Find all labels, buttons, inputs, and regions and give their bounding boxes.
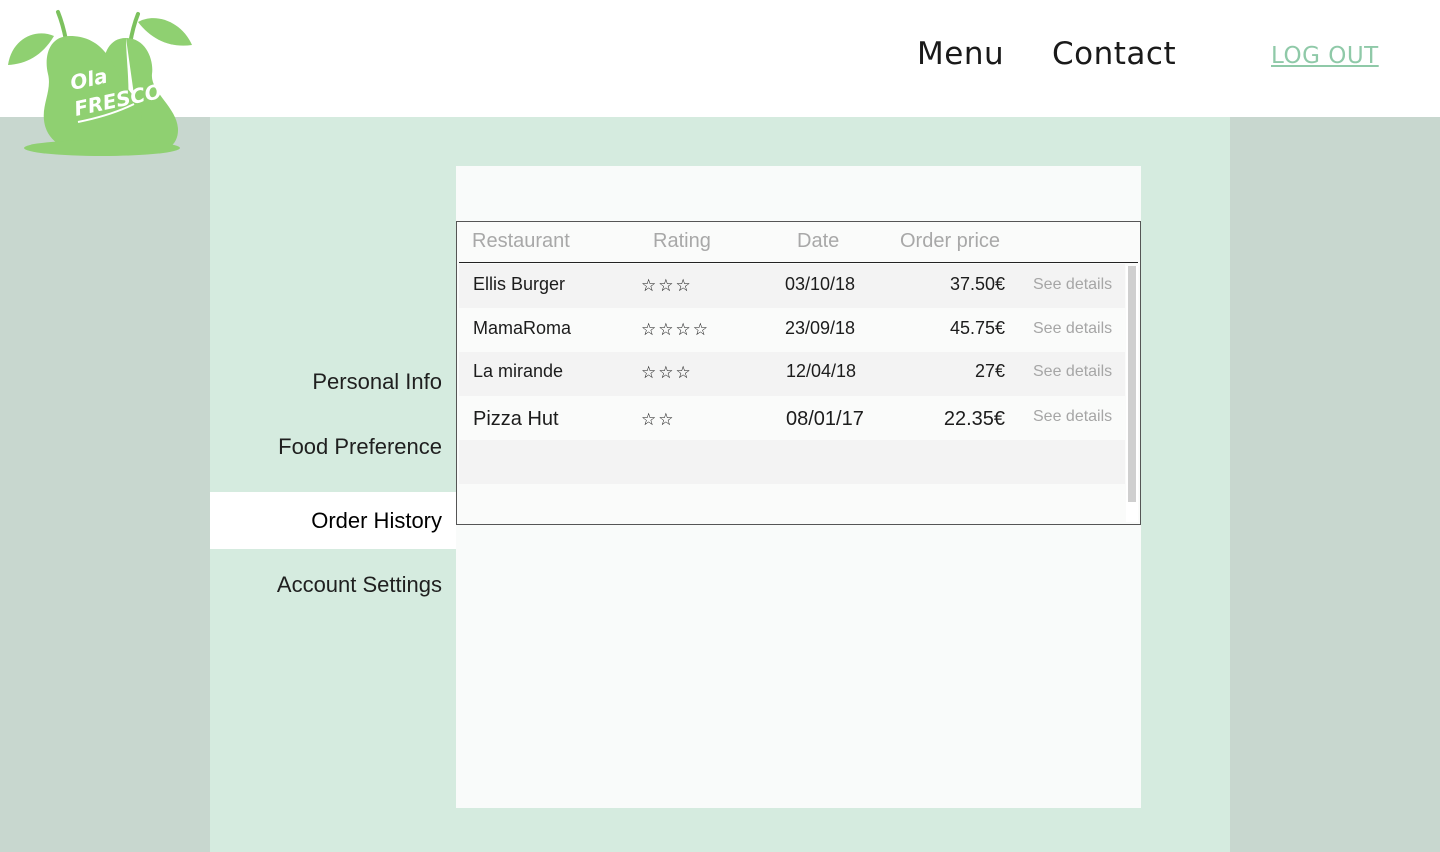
sidebar-item-food-preference[interactable]: Food Preference — [210, 434, 456, 464]
table-row[interactable]: Ellis Burger ☆☆☆ 03/10/18 37.50€ See det… — [459, 264, 1125, 308]
cell-date: 23/09/18 — [785, 318, 856, 338]
cell-price: 27€ — [974, 361, 1005, 381]
see-details-link[interactable]: See details — [1033, 276, 1112, 294]
cell-price: 22.35€ — [943, 408, 1005, 430]
cell-restaurant: Pizza Hut — [473, 408, 559, 430]
column-header-rating: Rating — [653, 230, 711, 252]
cell-restaurant: MamaRoma — [473, 318, 572, 338]
cell-price: 37.50€ — [949, 274, 1005, 294]
ola-fresco-logo[interactable]: Ola FRESCO — [6, 8, 196, 158]
see-details-link[interactable]: See details — [1033, 363, 1112, 381]
header-divider — [459, 262, 1138, 263]
table-row-empty — [459, 440, 1125, 484]
see-details-link[interactable]: See details — [1033, 320, 1112, 338]
column-header-date: Date — [797, 230, 840, 252]
nav-menu-link[interactable]: Menu — [917, 36, 1004, 72]
table-row[interactable]: Pizza Hut ☆☆ 08/01/17 22.35€ See details — [459, 396, 1125, 440]
column-header-restaurant: Restaurant — [472, 230, 570, 252]
rating-stars: ☆☆ — [641, 410, 676, 429]
rating-stars: ☆☆☆ — [641, 363, 693, 382]
cell-date: 08/01/17 — [786, 408, 864, 430]
order-history-panel: Restaurant Rating Date Order price Ellis… — [456, 166, 1141, 808]
table-row[interactable]: La mirande ☆☆☆ 12/04/18 27€ See details — [459, 352, 1125, 396]
profile-main-area: Personal Info Food Preference Order Hist… — [210, 117, 1230, 852]
order-history-table: Restaurant Rating Date Order price Ellis… — [456, 221, 1141, 525]
cell-price: 45.75€ — [949, 318, 1005, 338]
cell-date: 03/10/18 — [785, 274, 856, 294]
sidebar-item-personal-info[interactable]: Personal Info — [210, 369, 456, 399]
cell-date: 12/04/18 — [786, 361, 857, 381]
table-row[interactable]: MamaRoma ☆☆☆☆ 23/09/18 45.75€ See detail… — [459, 308, 1125, 352]
sidebar-item-account-settings[interactable]: Account Settings — [210, 572, 456, 602]
sidebar-item-order-history[interactable]: Order History — [210, 492, 456, 549]
top-header: Menu Contact LOG OUT — [0, 0, 1440, 117]
logout-link[interactable]: LOG OUT — [1271, 43, 1379, 69]
see-details-link[interactable]: See details — [1033, 408, 1112, 426]
rating-stars: ☆☆☆☆ — [641, 320, 710, 339]
scrollbar-thumb[interactable] — [1128, 266, 1136, 502]
table-scrollbar[interactable] — [1126, 266, 1138, 522]
column-header-order-price: Order price — [900, 230, 1001, 252]
nav-contact-link[interactable]: Contact — [1052, 36, 1176, 72]
cell-restaurant: La mirande — [473, 361, 564, 381]
cell-restaurant: Ellis Burger — [473, 274, 566, 294]
rating-stars: ☆☆☆ — [641, 276, 693, 295]
